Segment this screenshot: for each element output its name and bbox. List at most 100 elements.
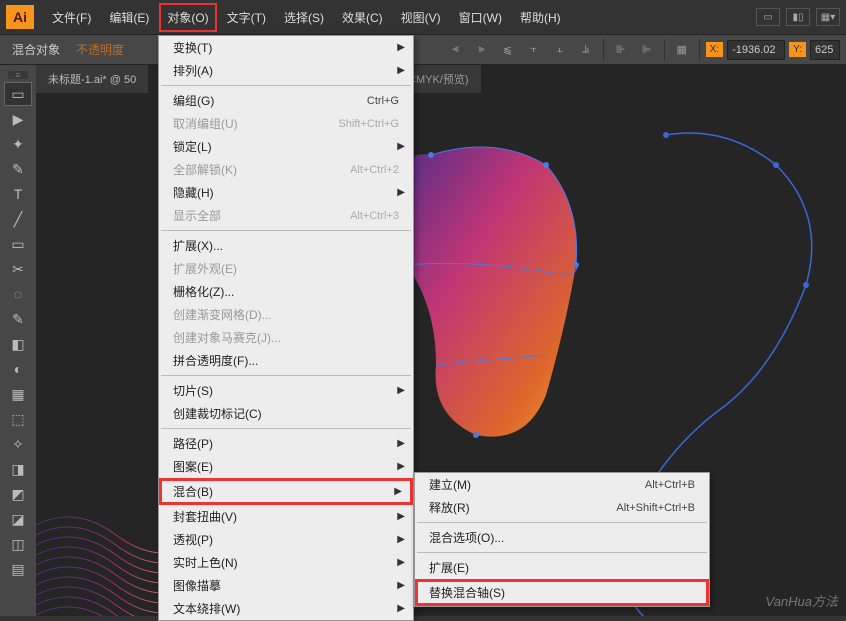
tool-button[interactable]: ╱ <box>4 207 32 231</box>
menu-item[interactable]: 隐藏(H)▶ <box>159 181 413 204</box>
menu-item[interactable]: 窗口(W) <box>451 3 510 32</box>
submenu-arrow-icon: ▶ <box>397 438 405 449</box>
tool-button[interactable]: T <box>4 182 32 206</box>
align-hcenter-icon[interactable]: ⫸ <box>471 40 493 60</box>
align-right-icon[interactable]: ⫹ <box>497 40 519 60</box>
menu-item-label: 释放(R) <box>429 499 616 516</box>
menu-item-label: 混合(B) <box>173 483 399 500</box>
tool-button[interactable]: ⬚ <box>4 407 32 431</box>
menu-item[interactable]: 对象(O) <box>159 3 216 32</box>
layout-icon-1[interactable]: ▭ <box>756 8 780 26</box>
menu-item-label: 替换混合轴(S) <box>429 584 695 601</box>
distribute-h-icon[interactable]: ⊪ <box>610 40 632 60</box>
tool-button[interactable]: ▤ <box>4 557 32 581</box>
menu-item[interactable]: 视图(V) <box>393 3 449 32</box>
menu-item[interactable]: 路径(P)▶ <box>159 432 413 455</box>
menu-item[interactable]: 替换混合轴(S) <box>415 579 709 606</box>
menu-item-label: 透视(P) <box>173 531 399 548</box>
tool-button[interactable]: ◌ <box>4 282 32 306</box>
menu-item[interactable]: 创建裁切标记(C) <box>159 402 413 425</box>
menu-shortcut: Shift+Ctrl+G <box>338 118 399 130</box>
document-tab[interactable]: 未标题-1.ai* @ 50 <box>36 65 148 93</box>
menubar: 文件(F)编辑(E)对象(O)文字(T)选择(S)效果(C)视图(V)窗口(W)… <box>44 3 569 32</box>
menu-item[interactable]: 切片(S)▶ <box>159 379 413 402</box>
tool-button[interactable]: ◐ <box>4 357 32 381</box>
menu-item[interactable]: 帮助(H) <box>512 3 569 32</box>
tool-button[interactable]: ◪ <box>4 507 32 531</box>
y-label: Y: <box>789 42 806 57</box>
tool-button[interactable]: ✂ <box>4 257 32 281</box>
align-top-icon[interactable]: ⫟ <box>523 40 545 60</box>
menu-item[interactable]: 选择(S) <box>276 3 332 32</box>
tool-button[interactable]: ◩ <box>4 482 32 506</box>
align-vcenter-icon[interactable]: ⫠ <box>549 40 571 60</box>
x-field[interactable] <box>727 40 785 60</box>
toolbox-handle[interactable] <box>8 71 28 79</box>
menu-item[interactable]: 图像描摹▶ <box>159 574 413 597</box>
menu-item-label: 取消编组(U) <box>173 115 338 132</box>
tool-button[interactable]: ▦ <box>4 382 32 406</box>
menu-item[interactable]: 文本绕排(W)▶ <box>159 597 413 620</box>
submenu-arrow-icon: ▶ <box>397 511 405 522</box>
menu-item[interactable]: 透视(P)▶ <box>159 528 413 551</box>
tool-button[interactable]: ◧ <box>4 332 32 356</box>
tool-button[interactable]: ◫ <box>4 532 32 556</box>
layout-icon-2[interactable]: ▮▯ <box>786 8 810 26</box>
tool-button[interactable]: ✎ <box>4 307 32 331</box>
transform-icon[interactable]: ▦ <box>671 40 693 60</box>
menu-item[interactable]: 文件(F) <box>44 3 99 32</box>
menu-item[interactable]: 实时上色(N)▶ <box>159 551 413 574</box>
menu-item[interactable]: 混合选项(O)... <box>415 526 709 549</box>
menu-item[interactable]: 排列(A)▶ <box>159 59 413 82</box>
submenu-arrow-icon: ▶ <box>394 486 402 497</box>
menu-item-label: 混合选项(O)... <box>429 529 695 546</box>
align-left-icon[interactable]: ⫷ <box>445 40 467 60</box>
menu-item[interactable]: 变换(T)▶ <box>159 36 413 59</box>
tool-button[interactable]: ▭ <box>4 232 32 256</box>
menu-item-label: 扩展外观(E) <box>173 260 399 277</box>
menu-item-label: 排列(A) <box>173 62 399 79</box>
menu-item: 取消编组(U)Shift+Ctrl+G <box>159 112 413 135</box>
submenu-arrow-icon: ▶ <box>397 557 405 568</box>
menu-item[interactable]: 锁定(L)▶ <box>159 135 413 158</box>
menu-item[interactable]: 混合(B)▶ <box>159 478 413 505</box>
menu-item[interactable]: 扩展(E) <box>415 556 709 579</box>
extra-field[interactable] <box>810 40 840 60</box>
menu-shortcut: Alt+Ctrl+3 <box>350 210 399 222</box>
distribute-v-icon[interactable]: ⊫ <box>636 40 658 60</box>
menu-item[interactable]: 编辑(E) <box>101 3 157 32</box>
tool-button[interactable]: ◨ <box>4 457 32 481</box>
app-logo: Ai <box>6 5 34 29</box>
menu-shortcut: Ctrl+G <box>367 95 399 107</box>
menu-item[interactable]: 文字(T) <box>219 3 274 32</box>
menu-item-label: 文本绕排(W) <box>173 600 399 617</box>
menu-item-label: 拼合透明度(F)... <box>173 352 399 369</box>
menu-item[interactable]: 图案(E)▶ <box>159 455 413 478</box>
opacity-link[interactable]: 不透明度 <box>70 41 130 58</box>
menu-item[interactable]: 扩展(X)... <box>159 234 413 257</box>
menu-item[interactable]: 建立(M)Alt+Ctrl+B <box>415 473 709 496</box>
menu-shortcut: Alt+Shift+Ctrl+B <box>616 502 695 514</box>
menu-item[interactable]: 编组(G)Ctrl+G <box>159 89 413 112</box>
tool-button[interactable]: ▭ <box>4 82 32 106</box>
align-bottom-icon[interactable]: ⫡ <box>575 40 597 60</box>
menu-item-label: 封套扭曲(V) <box>173 508 399 525</box>
menu-item[interactable]: 封套扭曲(V)▶ <box>159 505 413 528</box>
menu-separator <box>161 375 411 376</box>
menu-item[interactable]: 效果(C) <box>334 3 391 32</box>
menu-item[interactable]: 释放(R)Alt+Shift+Ctrl+B <box>415 496 709 519</box>
tool-button[interactable]: ✧ <box>4 432 32 456</box>
menu-item: 扩展外观(E) <box>159 257 413 280</box>
tool-button[interactable]: ✎ <box>4 157 32 181</box>
watermark: VanHua方法 <box>766 591 839 610</box>
menu-item-label: 显示全部 <box>173 207 350 224</box>
layout-icon-3[interactable]: ▦▾ <box>816 8 840 26</box>
tool-button[interactable]: ✦ <box>4 132 32 156</box>
menu-item: 显示全部Alt+Ctrl+3 <box>159 204 413 227</box>
menu-item[interactable]: 拼合透明度(F)... <box>159 349 413 372</box>
menu-item[interactable]: 栅格化(Z)... <box>159 280 413 303</box>
menu-separator <box>161 85 411 86</box>
object-menu-dropdown: 变换(T)▶排列(A)▶编组(G)Ctrl+G取消编组(U)Shift+Ctrl… <box>158 35 414 621</box>
menu-item-label: 图像描摹 <box>173 577 399 594</box>
tool-button[interactable]: ▶ <box>4 107 32 131</box>
